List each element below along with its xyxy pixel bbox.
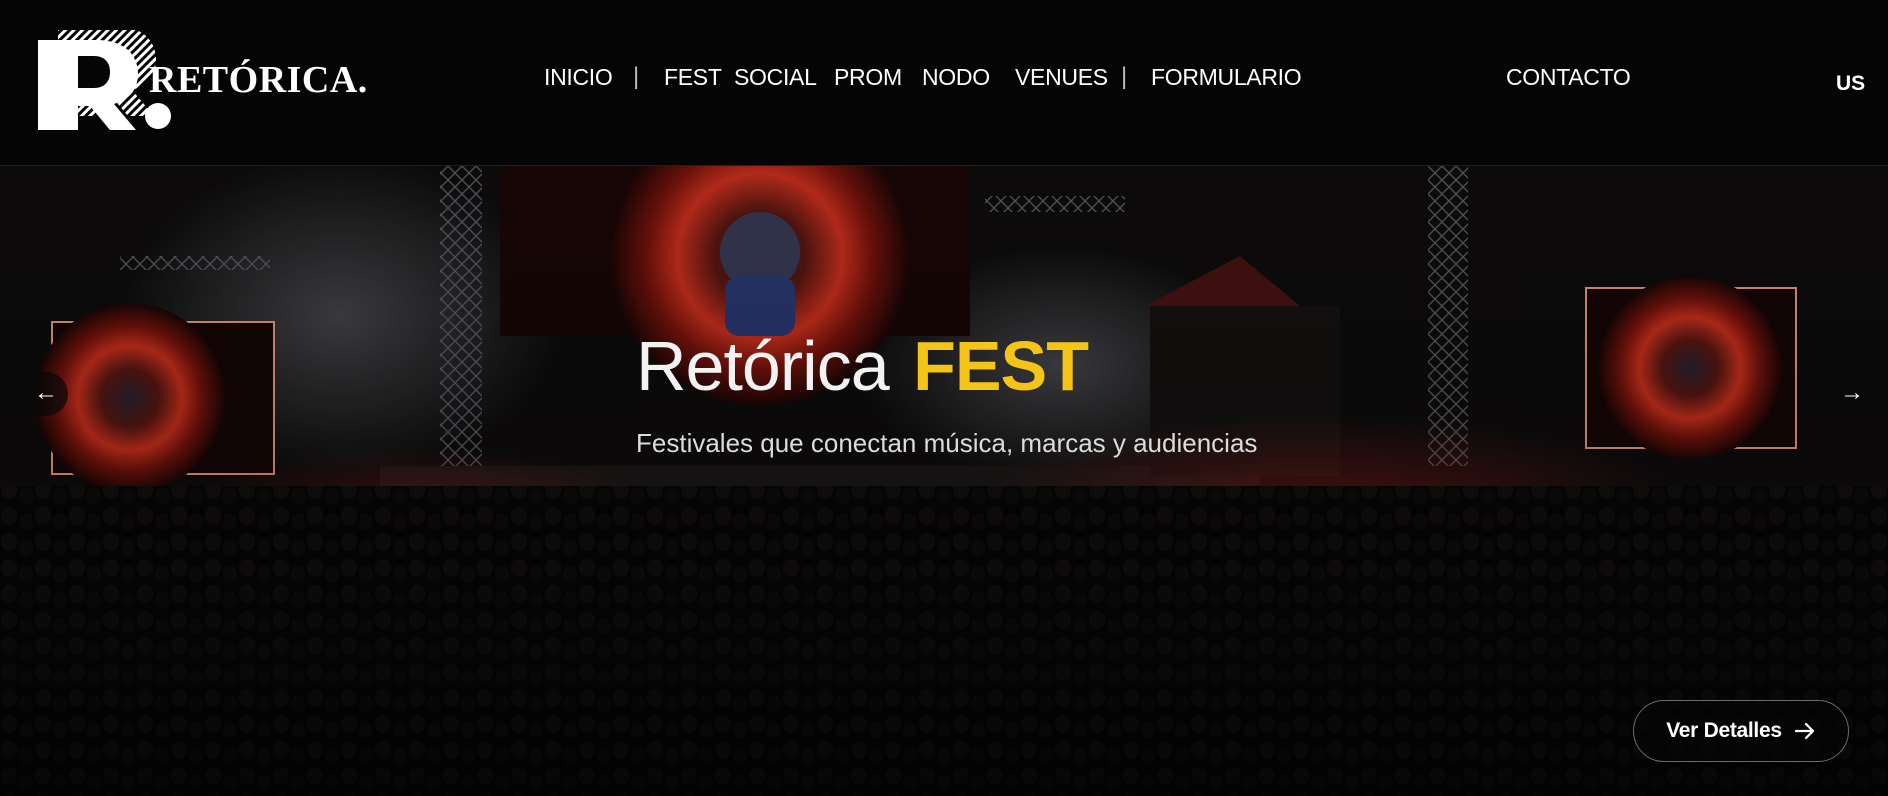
- nav-item-fest[interactable]: FEST: [664, 64, 722, 91]
- brand-name: RETÓRICA.: [149, 59, 368, 101]
- next-slide-button[interactable]: →: [1830, 372, 1874, 416]
- nav-separator: |: [1121, 63, 1128, 90]
- hero-slider: ← → Retórica FEST Festivales que conecta…: [0, 166, 1888, 796]
- nav-item-inicio[interactable]: INICIO: [544, 64, 613, 91]
- nav-item-formulario[interactable]: FORMULARIO: [1151, 64, 1302, 91]
- ver-detalles-button[interactable]: Ver Detalles: [1633, 700, 1849, 762]
- hero-title-light: Retórica: [636, 327, 890, 405]
- hero-subtitle: Festivales que conectan música, marcas y…: [636, 428, 1258, 458]
- language-switch[interactable]: US: [1836, 72, 1865, 96]
- hero-title: Retórica FEST: [636, 326, 1089, 406]
- nav-item-social[interactable]: SOCIAL: [734, 64, 817, 91]
- prev-slide-button[interactable]: ←: [24, 372, 68, 416]
- nav-separator: |: [633, 63, 640, 90]
- nav-item-prom[interactable]: PROM: [834, 64, 902, 91]
- hero-overlay: [0, 166, 1888, 796]
- site-header: RETÓRICA. INICIO | FEST SOCIAL PROM NODO…: [0, 0, 1888, 166]
- arrow-right-icon: [1794, 722, 1814, 740]
- nav-item-nodo[interactable]: NODO: [922, 64, 990, 91]
- arrow-left-icon: ←: [34, 379, 58, 406]
- nav-item-contacto[interactable]: CONTACTO: [1506, 64, 1631, 91]
- hero-title-accent: FEST: [913, 327, 1089, 405]
- arrow-right-icon: →: [1840, 379, 1864, 406]
- brand-logo[interactable]: RETÓRICA.: [34, 30, 367, 134]
- ver-detalles-label: Ver Detalles: [1666, 719, 1782, 742]
- nav-item-venues[interactable]: VENUES: [1015, 64, 1108, 91]
